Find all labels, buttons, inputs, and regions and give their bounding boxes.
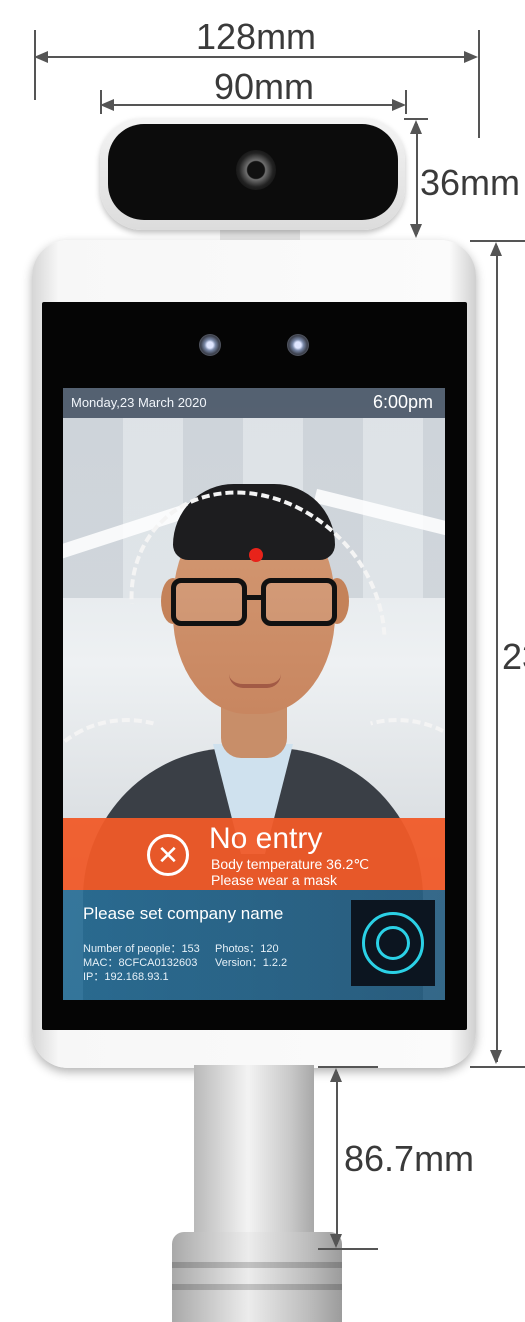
- arrow-up-icon: [490, 242, 502, 256]
- camera-lens-icon: [236, 150, 276, 190]
- dim-tick: [34, 30, 36, 100]
- version-text: Version：1.2.2: [215, 957, 288, 969]
- mounting-nut: [172, 1232, 342, 1322]
- arrow-down-icon: [410, 224, 422, 238]
- dim-line-body: [496, 246, 498, 1062]
- camera-sensor-icon: [287, 334, 309, 356]
- ip-address: IP：192.168.93.1: [83, 971, 169, 983]
- alert-mask: Please wear a mask: [211, 872, 338, 888]
- nut-thread: [172, 1262, 342, 1268]
- dim-label-body: 23: [502, 636, 525, 677]
- alert-title: No entry: [209, 822, 323, 855]
- dim-label-128: 128mm: [196, 16, 317, 57]
- arrow-right-icon: [464, 51, 478, 63]
- arrow-down-icon: [330, 1234, 342, 1248]
- arrow-left-icon: [34, 51, 48, 63]
- face-scan-icon: [351, 900, 435, 986]
- ir-sensor-icon: [199, 334, 221, 356]
- dim-line-pole: [336, 1072, 338, 1244]
- dim-line-36: [416, 124, 418, 234]
- dim-tick: [470, 1066, 525, 1068]
- info-panel: Please set company name Number of people…: [63, 890, 445, 1000]
- arrow-right-icon: [392, 99, 406, 111]
- date-text: Monday,23 March 2020: [71, 395, 207, 410]
- alert-banner: ✕ No entry Body temperature 36.2℃ Please…: [63, 818, 445, 890]
- arrow-up-icon: [410, 120, 422, 134]
- nut-thread: [172, 1284, 342, 1290]
- dim-label-36: 36mm: [420, 162, 521, 203]
- dim-tick: [318, 1066, 378, 1068]
- dim-tick: [318, 1248, 378, 1250]
- arrow-left-icon: [100, 99, 114, 111]
- alert-temperature: Body temperature 36.2℃: [211, 856, 370, 872]
- scan-ring-inner: [376, 926, 410, 960]
- arrow-down-icon: [490, 1050, 502, 1064]
- company-name: Please set company name: [83, 904, 284, 923]
- dim-label-90: 90mm: [214, 66, 315, 107]
- dim-tick: [478, 30, 480, 138]
- time-text: 6:00pm: [372, 392, 433, 412]
- dim-label-pole: 86.7mm: [344, 1138, 475, 1179]
- close-circle-icon: ✕: [147, 834, 189, 876]
- device-screen: Monday,23 March 2020 6:00pm ✕ No entry B…: [63, 388, 445, 1000]
- arrow-up-icon: [330, 1068, 342, 1082]
